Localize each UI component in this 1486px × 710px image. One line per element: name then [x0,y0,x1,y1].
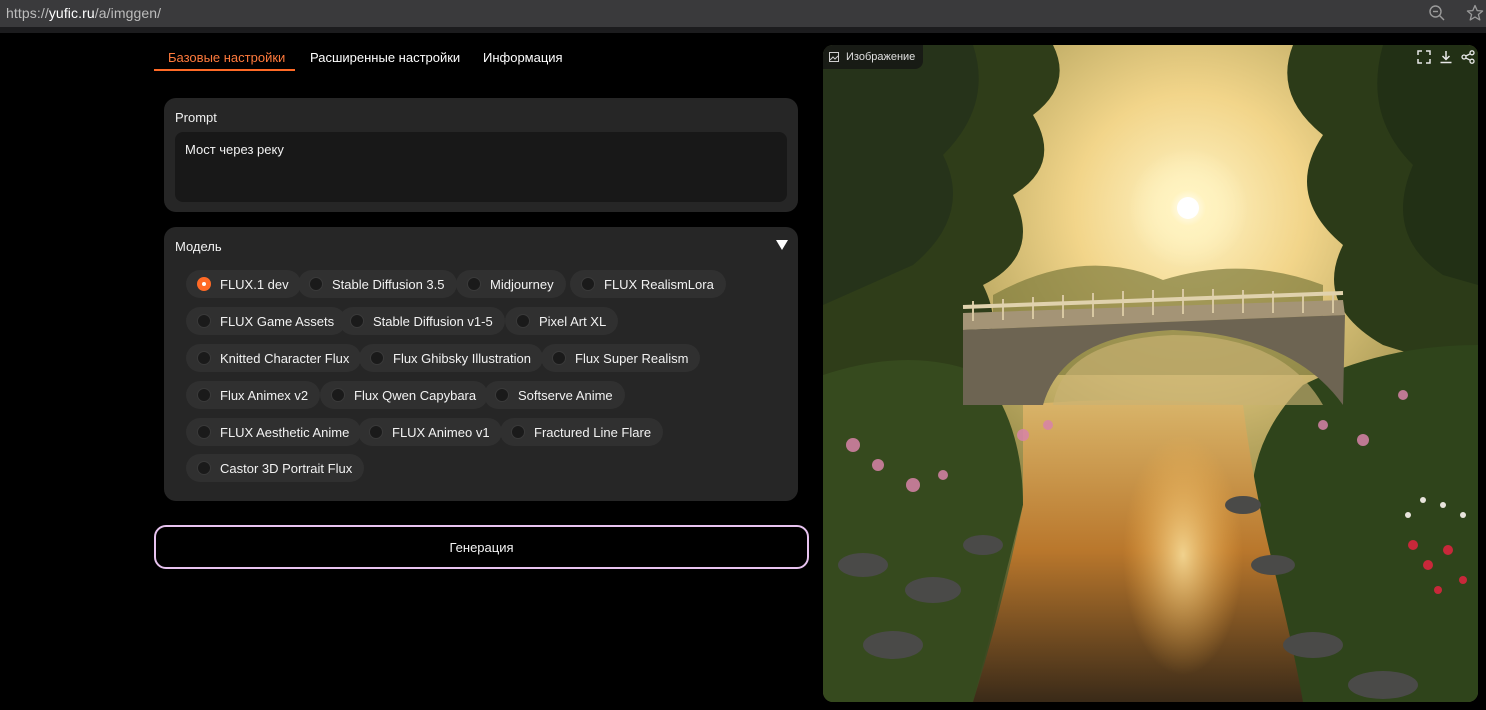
radio[interactable] [552,351,566,365]
model-option-pixel-art-xl[interactable]: Pixel Art XL [505,307,619,335]
radio[interactable] [581,277,595,291]
model-option-flux-animeo-v1[interactable]: FLUX Animeo v1 [358,418,502,446]
prompt-label: Prompt [175,110,217,125]
browser-address-bar[interactable]: https://yufic.ru/a/imggen/ [0,0,1486,27]
model-option-sd-v1-5[interactable]: Stable Diffusion v1-5 [339,307,505,335]
prompt-block: Prompt Мост через реку [164,98,798,212]
radio[interactable] [197,314,211,328]
model-option-softserve-anime[interactable]: Softserve Anime [484,381,625,409]
browser-toolbar-strip [0,27,1486,33]
model-option-flux-ghibsky[interactable]: Flux Ghibsky Illustration [359,344,543,372]
radio[interactable] [197,388,211,402]
image-label-text: Изображение [846,51,916,63]
model-block: Модель FLUX.1 dev Stable Diffusion 3.5 M… [164,227,798,501]
model-option-flux-realismlora[interactable]: FLUX RealismLora [570,270,726,298]
tab-advanced-settings[interactable]: Расширенные настройки [310,50,460,65]
model-option-flux1-dev[interactable]: FLUX.1 dev [186,270,301,298]
radio[interactable] [331,388,345,402]
model-option-flux-game-assets[interactable]: FLUX Game Assets [186,307,347,335]
generated-image-panel: Изображение [823,45,1478,702]
radio[interactable] [495,388,509,402]
tab-information[interactable]: Информация [483,50,563,65]
active-tab-indicator [154,69,295,71]
radio[interactable] [369,425,383,439]
radio[interactable] [516,314,530,328]
radio-selected[interactable] [197,277,211,291]
radio[interactable] [370,351,384,365]
image-icon [829,52,839,62]
model-option-flux-qwen-capybara[interactable]: Flux Qwen Capybara [320,381,489,409]
model-option-fractured-line-flare[interactable]: Fractured Line Flare [500,418,664,446]
generate-button[interactable]: Генерация [154,525,809,569]
download-icon[interactable] [1439,50,1453,64]
model-option-sd35[interactable]: Stable Diffusion 3.5 [298,270,457,298]
collapse-triangle-icon[interactable] [776,240,788,250]
image-label-badge: Изображение [823,45,924,69]
url-text[interactable]: https://yufic.ru/a/imggen/ [6,5,161,21]
prompt-input[interactable]: Мост через реку [175,132,787,202]
radio[interactable] [350,314,364,328]
model-option-castor-3d-portrait[interactable]: Castor 3D Portrait Flux [186,454,365,482]
share-icon[interactable] [1461,50,1475,64]
radio[interactable] [309,277,323,291]
star-icon[interactable] [1466,4,1484,22]
model-option-midjourney[interactable]: Midjourney [456,270,566,298]
model-option-flux-animex-v2[interactable]: Flux Animex v2 [186,381,321,409]
tab-basic-settings[interactable]: Базовые настройки [168,50,285,65]
zoom-out-icon[interactable] [1428,4,1446,22]
radio[interactable] [197,461,211,475]
fullscreen-icon[interactable] [1417,50,1431,64]
generated-image[interactable] [823,45,1478,702]
model-option-flux-super-realism[interactable]: Flux Super Realism [541,344,701,372]
radio[interactable] [197,425,211,439]
radio[interactable] [467,277,481,291]
model-option-knitted-character-flux[interactable]: Knitted Character Flux [186,344,362,372]
radio[interactable] [197,351,211,365]
radio[interactable] [511,425,525,439]
model-label: Модель [175,239,222,254]
model-option-flux-aesthetic-anime[interactable]: FLUX Aesthetic Anime [186,418,362,446]
